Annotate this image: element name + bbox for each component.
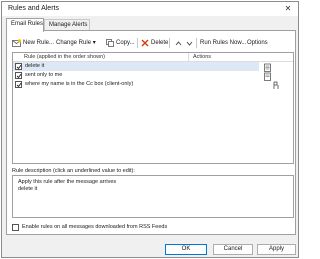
email-rules-panel: New Rule... Change Rule ▾ Copy... Delete	[6, 30, 296, 235]
cancel-button[interactable]: Cancel	[213, 244, 253, 255]
window-title: Rules and Alerts	[8, 5, 59, 12]
column-header-actions[interactable]: Actions	[189, 53, 293, 62]
toolbar-separator	[169, 38, 170, 48]
run-rules-now-label: Run Rules Now...	[200, 40, 247, 46]
arrow-down-icon	[186, 41, 193, 46]
run-rules-now-button[interactable]: Run Rules Now...	[200, 37, 246, 49]
new-rule-icon	[12, 38, 21, 47]
copy-button[interactable]: Copy...	[106, 37, 135, 49]
rss-rules-option[interactable]: Enable rules on all messages downloaded …	[12, 223, 167, 231]
rules-toolbar: New Rule... Change Rule ▾ Copy... Delete	[12, 37, 294, 49]
toolbar-separator	[196, 38, 197, 48]
delete-icon	[141, 39, 149, 47]
rule-row-cc-box[interactable]: where my name is in the Cc box (client-o…	[13, 80, 259, 89]
move-down-button[interactable]	[186, 37, 195, 49]
checkmark-icon	[16, 64, 22, 70]
close-button[interactable]: ✕	[281, 4, 295, 14]
rule-checkbox[interactable]	[15, 63, 22, 70]
checkmark-icon	[16, 73, 22, 79]
column-header-rule[interactable]: Rule (applied in the order shown)	[13, 53, 189, 62]
arrow-up-icon	[175, 40, 182, 45]
options-label: Options	[247, 40, 268, 46]
rule-name: sent only to me	[25, 72, 63, 78]
rule-row-delete-it[interactable]: delete it	[13, 62, 259, 71]
rule-description-line: delete it	[18, 186, 38, 192]
tab-email-rules[interactable]: Email Rules	[6, 18, 44, 32]
rule-name: delete it	[25, 63, 45, 69]
change-rule-button[interactable]: Change Rule ▾	[56, 37, 96, 49]
rule-checkbox[interactable]	[15, 81, 22, 88]
title-bar: Rules and Alerts ✕	[2, 2, 298, 16]
new-rule-label: New Rule...	[23, 40, 55, 46]
rule-checkbox[interactable]	[15, 72, 22, 79]
apply-button[interactable]: Apply	[257, 244, 296, 255]
copy-icon	[106, 39, 114, 47]
rule-description-line: Apply this rule after the message arrive…	[18, 179, 117, 185]
rules-table: Rule (applied in the order shown) Action…	[12, 52, 294, 164]
ok-button[interactable]: OK	[165, 244, 207, 255]
rss-checkbox[interactable]	[12, 223, 19, 231]
delete-button[interactable]: Delete	[141, 37, 168, 49]
new-rule-button[interactable]: New Rule...	[12, 37, 54, 49]
rule-name: where my name is in the Cc box (client-o…	[25, 81, 134, 87]
copy-label: Copy...	[116, 40, 135, 46]
client-only-action-icon	[273, 81, 279, 89]
move-up-button[interactable]	[175, 37, 184, 49]
checkmark-icon	[16, 82, 22, 88]
rss-checkbox-label: Enable rules on all messages downloaded …	[22, 224, 168, 230]
change-rule-label: Change Rule ▾	[56, 40, 96, 46]
delete-action-icon	[264, 63, 271, 72]
inbox-action-icon	[264, 72, 271, 81]
toolbar-separator	[137, 38, 138, 48]
delete-label: Delete	[151, 40, 169, 46]
rule-description-box: Apply this rule after the message arrive…	[12, 175, 294, 218]
options-button[interactable]: Options	[247, 37, 268, 49]
rule-row-sent-only-to-me[interactable]: sent only to me	[13, 71, 259, 80]
rules-and-alerts-window: Rules and Alerts ✕ Email Rules Manage Al…	[1, 1, 299, 258]
rule-description-label: Rule description (click an underlined va…	[12, 168, 135, 174]
